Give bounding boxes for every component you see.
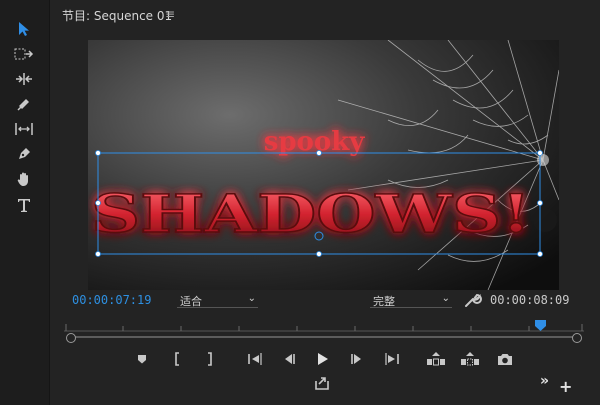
track-select-icon <box>14 48 34 60</box>
scroll-start-handle[interactable] <box>66 333 76 343</box>
playhead[interactable] <box>535 320 546 331</box>
mark-out-button[interactable] <box>201 350 219 368</box>
current-timecode[interactable]: 00:00:07:19 <box>72 293 151 307</box>
fit-value: 适合 <box>180 295 202 308</box>
chevron-down-icon: ⌄ <box>441 293 450 304</box>
pen-tool[interactable] <box>11 143 37 165</box>
play-icon <box>318 353 328 365</box>
play-button[interactable] <box>313 350 331 368</box>
step-forward-icon <box>351 354 361 364</box>
export-button[interactable] <box>313 374 331 392</box>
add-button-icon[interactable]: + <box>559 377 572 396</box>
quality-value: 完整 <box>373 295 395 308</box>
hand-icon <box>17 172 28 186</box>
pen-icon <box>19 148 30 159</box>
extract-icon <box>461 352 479 366</box>
tools-panel <box>0 0 50 405</box>
export-icon <box>315 377 329 390</box>
program-monitor: 节目: Sequence 01 ≡ spooky SHADOWS! 00:00:… <box>52 0 600 405</box>
step-back-icon <box>285 354 295 364</box>
wrench-icon[interactable] <box>464 292 482 308</box>
selection-tool[interactable] <box>11 18 37 40</box>
mark-in-icon <box>175 352 179 366</box>
go-to-in-button[interactable] <box>246 350 264 368</box>
step-back-button[interactable] <box>280 350 298 368</box>
more-controls-icon[interactable]: » <box>540 373 549 389</box>
razor-icon <box>17 99 29 111</box>
program-viewer[interactable]: spooky SHADOWS! <box>88 40 559 290</box>
time-ruler[interactable] <box>64 318 584 332</box>
slip-icon <box>15 123 33 135</box>
mark-out-icon <box>208 352 212 366</box>
hand-tool[interactable] <box>11 168 37 190</box>
panel-title: 节目: Sequence 01 <box>62 9 173 23</box>
type-tool[interactable] <box>11 194 37 216</box>
ripple-edit-tool[interactable] <box>11 68 37 90</box>
track-select-tool[interactable] <box>11 43 37 65</box>
add-marker-button[interactable] <box>133 350 151 368</box>
video-frame: spooky SHADOWS! <box>88 40 559 290</box>
lift-icon <box>427 352 445 366</box>
razor-tool[interactable] <box>11 93 37 115</box>
go-to-out-icon <box>385 353 399 365</box>
zoom-scrollbar[interactable] <box>70 334 578 340</box>
ripple-edit-icon <box>16 73 32 85</box>
chevron-down-icon: ⌄ <box>247 293 256 304</box>
quality-dropdown[interactable]: 完整 ⌄ <box>370 293 452 308</box>
fit-dropdown[interactable]: 适合 ⌄ <box>177 293 258 308</box>
export-frame-button[interactable] <box>496 350 514 368</box>
hamburger-icon[interactable]: ≡ <box>165 7 175 21</box>
duration-timecode: 00:00:08:09 <box>490 293 570 307</box>
type-icon <box>18 199 30 212</box>
step-forward-button[interactable] <box>348 350 366 368</box>
slip-tool[interactable] <box>11 118 37 140</box>
extract-button[interactable] <box>460 350 480 368</box>
marker-icon <box>138 355 146 364</box>
arrow-icon <box>19 22 29 36</box>
scroll-end-handle[interactable] <box>572 333 582 343</box>
mark-in-button[interactable] <box>168 350 186 368</box>
go-to-in-icon <box>248 353 262 365</box>
camera-icon <box>498 354 512 365</box>
go-to-out-button[interactable] <box>383 350 401 368</box>
title-shadows: SHADOWS! <box>91 184 531 245</box>
lift-button[interactable] <box>426 350 446 368</box>
panel-header: 节目: Sequence 01 ≡ <box>52 0 600 30</box>
